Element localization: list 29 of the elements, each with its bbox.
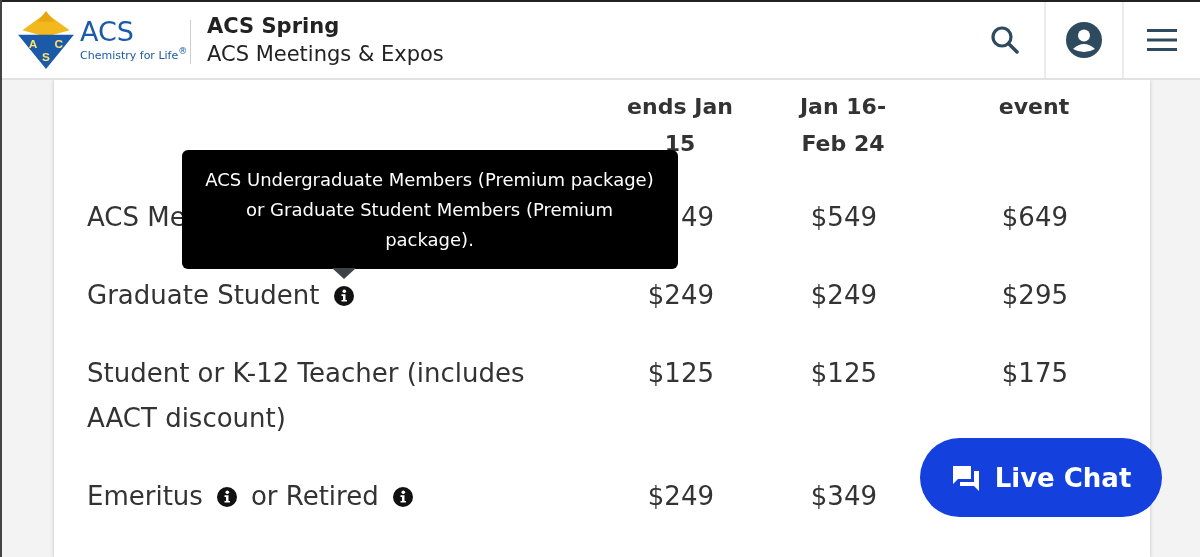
site-title: ACS Spring bbox=[207, 13, 341, 40]
column-header: event bbox=[998, 94, 1070, 119]
price-cell-text: $125 bbox=[646, 357, 714, 390]
row-label: Student or K-12 Teacher (includes AACT discount) bbox=[87, 357, 526, 435]
price-cell-text: $249 bbox=[646, 279, 714, 312]
price-cell-text: $549 bbox=[809, 201, 877, 234]
price-cell-text: $125 bbox=[809, 357, 877, 390]
price-cell-text: $349 bbox=[809, 480, 877, 513]
row-label: or Retired bbox=[250, 480, 379, 513]
row-label: Graduate Student bbox=[87, 279, 320, 312]
tooltip-arrow-icon bbox=[331, 267, 356, 279]
column-header: Jan 16-Feb 24 bbox=[799, 94, 887, 156]
info-icon[interactable] bbox=[216, 486, 237, 507]
price-cell-text: $175 bbox=[1000, 357, 1068, 390]
logo-tagline: Chemistry for Life$^{®}$ bbox=[80, 45, 188, 62]
menu-icon bbox=[1146, 28, 1178, 52]
price-cell-text: $649 bbox=[1000, 201, 1068, 234]
info-icon[interactable] bbox=[392, 486, 413, 507]
site-subtitle: ACS Meetings & Expos bbox=[207, 41, 444, 68]
logo-wordmark: ACS bbox=[80, 18, 135, 46]
live-chat-button[interactable]: Live Chat bbox=[920, 438, 1162, 517]
price-cell-text: $249 bbox=[809, 279, 877, 312]
price-cell-text: $295 bbox=[1000, 279, 1068, 312]
search-icon bbox=[989, 24, 1021, 56]
price-cell-text: $249 bbox=[646, 480, 714, 513]
info-icon[interactable] bbox=[333, 285, 354, 306]
row-label: Emeritus bbox=[87, 480, 203, 513]
price-cell-text: 49 bbox=[679, 201, 714, 234]
user-avatar-icon bbox=[1066, 22, 1102, 58]
